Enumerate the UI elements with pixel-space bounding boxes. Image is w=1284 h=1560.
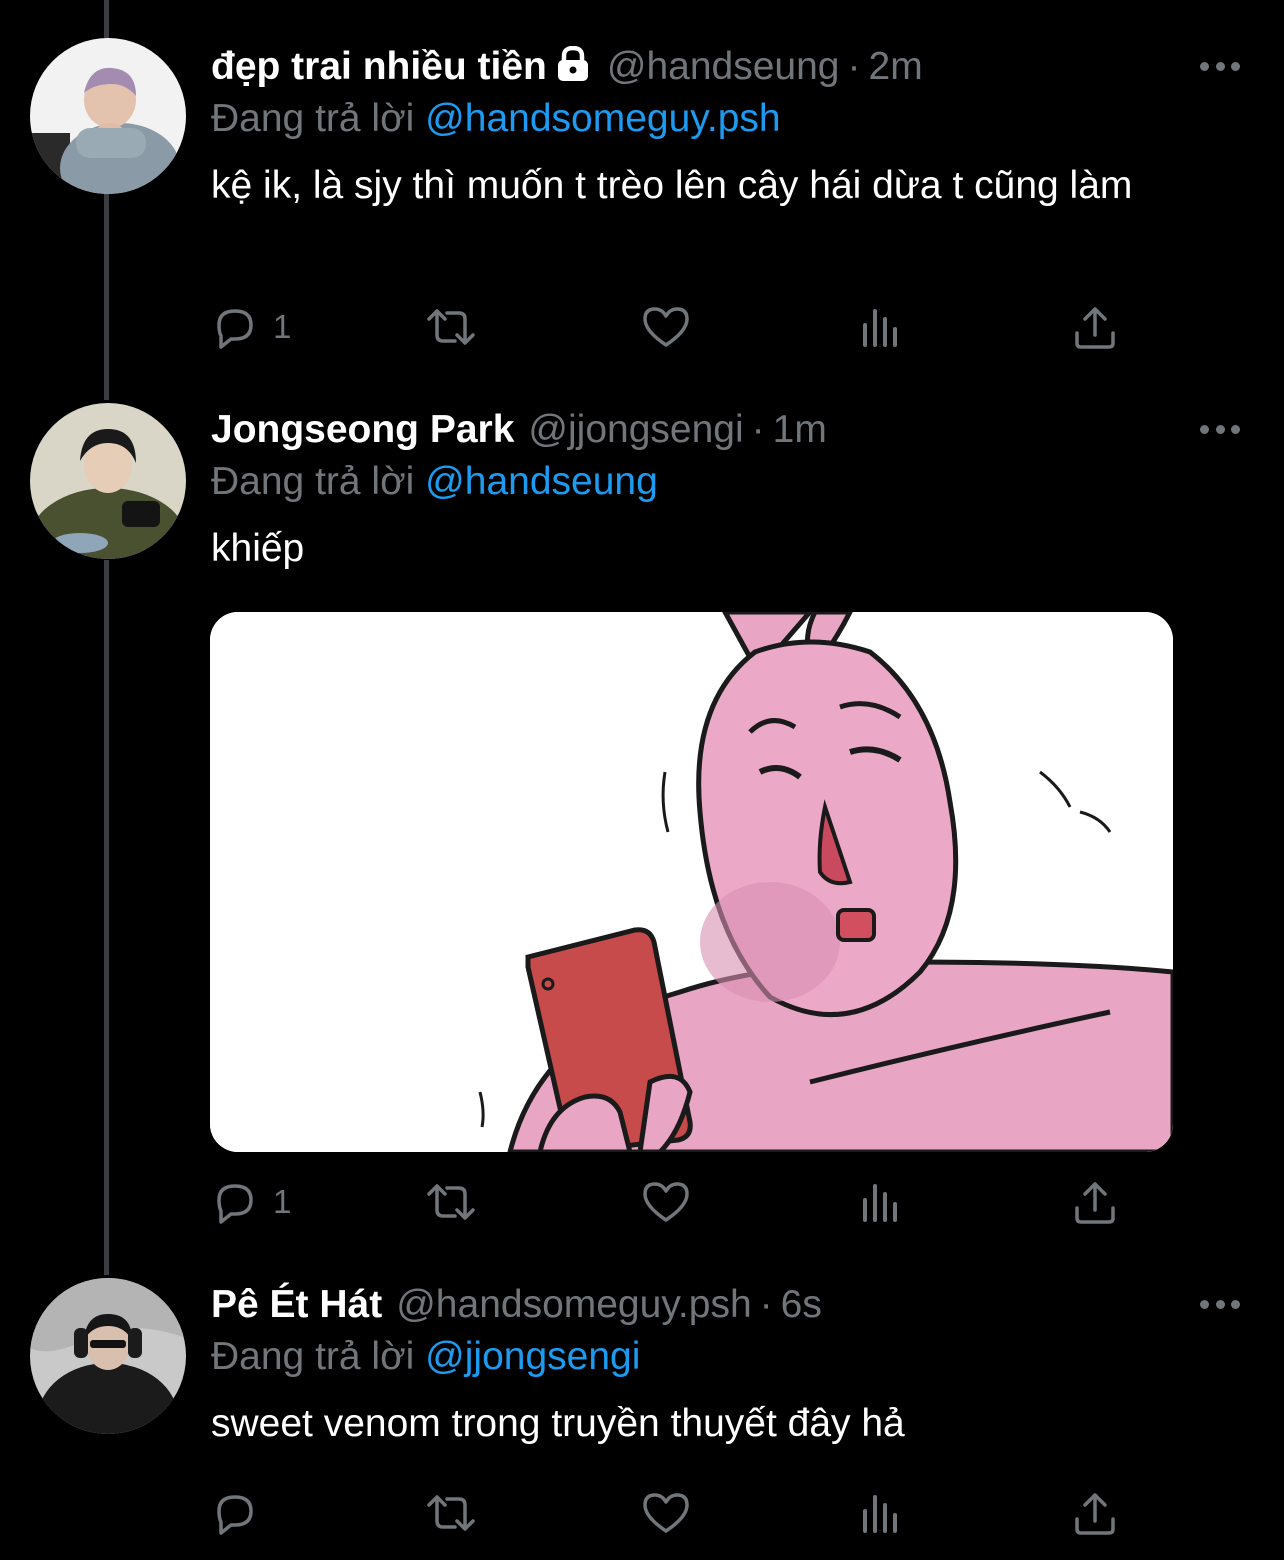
action-bar xyxy=(211,1488,1131,1538)
heart-icon xyxy=(641,1489,691,1537)
user-handle[interactable]: @handseung xyxy=(607,45,840,88)
share-button[interactable] xyxy=(1073,1488,1117,1538)
like-button[interactable] xyxy=(641,1488,691,1538)
tweet[interactable]: Pê Ét Hát @handsomeguy.psh · 6s Đang trả lờ… xyxy=(0,1270,1284,1560)
analytics-button[interactable] xyxy=(859,1177,903,1227)
mention-link[interactable]: @handsomeguy.psh xyxy=(425,97,780,140)
analytics-button[interactable] xyxy=(859,1488,903,1538)
tweet-text: kệ ik, là sjy thì muốn t trèo lên cây há… xyxy=(211,164,1133,207)
reply-count: 1 xyxy=(273,1183,292,1220)
display-name[interactable]: đẹp trai nhiều tiền xyxy=(211,45,547,88)
reply-button[interactable] xyxy=(211,1488,273,1538)
display-name[interactable]: Pê Ét Hát xyxy=(211,1283,382,1326)
reply-count: 1 xyxy=(273,308,292,345)
reply-prefix: Đang trả lời xyxy=(211,460,415,503)
reply-prefix: Đang trả lời xyxy=(211,1335,415,1378)
heart-icon xyxy=(641,303,691,351)
share-icon xyxy=(1073,1489,1117,1537)
share-icon xyxy=(1073,303,1117,351)
like-button[interactable] xyxy=(641,1177,691,1227)
reply-button[interactable]: 1 xyxy=(211,1177,291,1227)
reply-icon xyxy=(211,1489,259,1537)
timestamp[interactable]: 2m xyxy=(869,45,923,88)
separator-dot: · xyxy=(751,408,765,451)
reply-context: Đang trả lời @handseung xyxy=(211,459,1224,505)
reply-button[interactable]: 1 xyxy=(211,302,291,352)
share-icon xyxy=(1073,1178,1117,1226)
user-handle[interactable]: @handsomeguy.psh xyxy=(396,1283,751,1326)
analytics-icon xyxy=(859,303,903,351)
more-options-icon[interactable] xyxy=(1200,419,1240,439)
retweet-button[interactable] xyxy=(423,302,479,352)
analytics-icon xyxy=(859,1178,903,1226)
separator-dot: · xyxy=(759,1283,773,1326)
tweet[interactable]: Jongseong Park @jjongsengi · 1m Đang trả lờ… xyxy=(0,395,1284,1270)
tweet-text: sweet venom trong truyền thuyết đây hả xyxy=(211,1402,905,1445)
lock-icon xyxy=(553,45,593,93)
more-options-icon[interactable] xyxy=(1200,56,1240,76)
reply-context: Đang trả lời @handsomeguy.psh xyxy=(211,96,1224,142)
analytics-icon xyxy=(859,1489,903,1537)
reply-prefix: Đang trả lời xyxy=(211,97,415,140)
action-bar: 1 xyxy=(211,302,1131,352)
avatar[interactable] xyxy=(30,38,186,194)
avatar[interactable] xyxy=(30,403,186,559)
separator-dot: · xyxy=(847,45,861,88)
reply-icon xyxy=(211,303,259,351)
more-options-icon[interactable] xyxy=(1200,1294,1240,1314)
tweet[interactable]: đẹp trai nhiều tiền @handseung · 2m Đang tr… xyxy=(0,0,1284,395)
tweet-header: đẹp trai nhiều tiền @handseung · 2m xyxy=(211,44,1224,90)
avatar[interactable] xyxy=(30,1278,186,1434)
mention-link[interactable]: @handseung xyxy=(425,460,658,503)
timestamp[interactable]: 6s xyxy=(781,1283,822,1326)
tweet-header: Pê Ét Hát @handsomeguy.psh · 6s xyxy=(211,1282,1224,1328)
retweet-icon xyxy=(423,303,479,351)
bunny-illustration xyxy=(210,612,1173,1152)
tweet-header: Jongseong Park @jjongsengi · 1m xyxy=(211,407,1224,453)
tweet-media-image[interactable] xyxy=(210,612,1173,1152)
share-button[interactable] xyxy=(1073,302,1117,352)
timestamp[interactable]: 1m xyxy=(773,408,827,451)
analytics-button[interactable] xyxy=(859,302,903,352)
like-button[interactable] xyxy=(641,302,691,352)
heart-icon xyxy=(641,1178,691,1226)
display-name[interactable]: Jongseong Park xyxy=(211,408,514,451)
tweet-text: khiếp xyxy=(211,527,305,570)
action-bar: 1 xyxy=(211,1177,1131,1227)
share-button[interactable] xyxy=(1073,1177,1117,1227)
user-handle[interactable]: @jjongsengi xyxy=(528,408,743,451)
reply-context: Đang trả lời @jjongsengi xyxy=(211,1334,1224,1380)
retweet-button[interactable] xyxy=(423,1488,479,1538)
retweet-button[interactable] xyxy=(423,1177,479,1227)
retweet-icon xyxy=(423,1178,479,1226)
reply-icon xyxy=(211,1178,259,1226)
retweet-icon xyxy=(423,1489,479,1537)
mention-link[interactable]: @jjongsengi xyxy=(425,1335,640,1378)
